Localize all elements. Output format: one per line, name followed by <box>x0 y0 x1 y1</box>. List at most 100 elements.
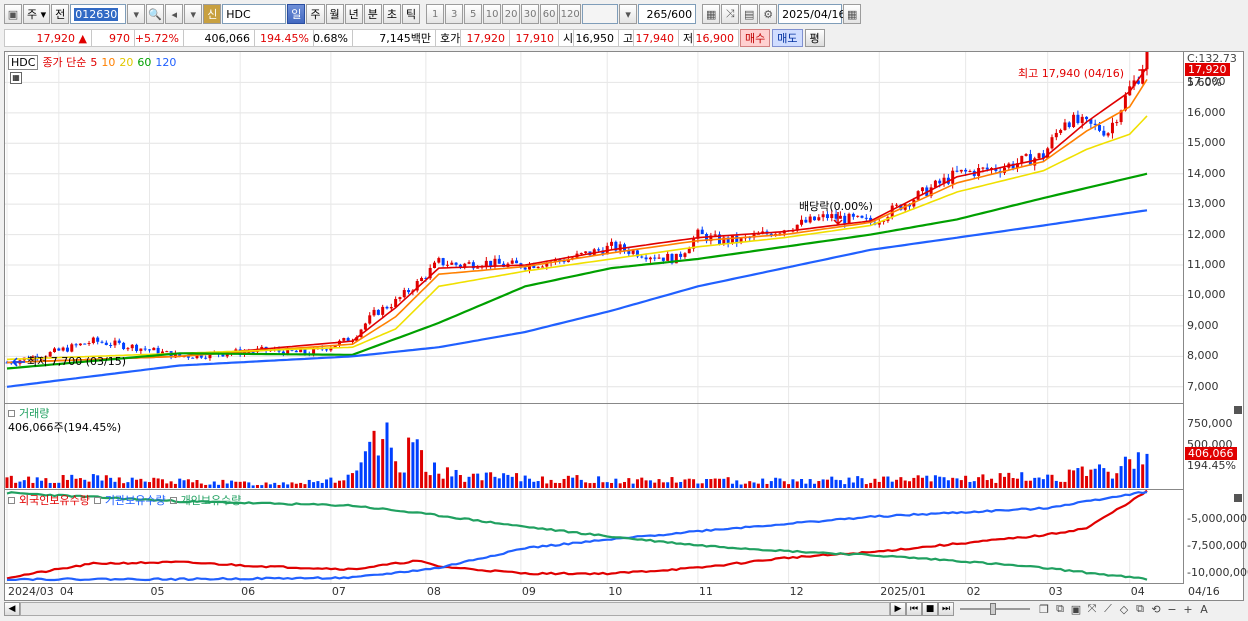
holding-legend: 외국인보유수량 기관보유수량 개인보유수량 <box>8 492 241 508</box>
volume-toggle-icon[interactable] <box>8 409 15 417</box>
candle-body <box>445 264 449 266</box>
layout-icon[interactable]: ▦ <box>702 4 721 24</box>
foreign-toggle-icon[interactable] <box>8 496 15 504</box>
x-tick-label: 06 <box>241 585 256 598</box>
volume-bar <box>480 480 484 488</box>
x-tick-label: 09 <box>521 585 536 598</box>
rewind-button[interactable]: ⏮ <box>906 602 922 616</box>
new-badge[interactable]: 신 <box>203 4 222 24</box>
eval-button[interactable]: 평 <box>804 29 825 47</box>
volume-bar <box>1011 478 1015 488</box>
search-icon[interactable]: 🔍 <box>146 4 165 24</box>
count-input[interactable]: 265/600 <box>638 4 697 24</box>
period-minute-button[interactable]: 분 <box>363 4 382 24</box>
period-second-button[interactable]: 초 <box>382 4 402 24</box>
interval-5-button[interactable]: 5 <box>464 4 483 24</box>
scroll-track[interactable] <box>20 602 890 616</box>
price-y-tick: 16,000 <box>1187 105 1226 119</box>
volume-bar <box>631 483 635 488</box>
gear-icon[interactable]: ⚙ <box>759 4 778 24</box>
speaker-dropdown-icon[interactable]: ▾ <box>184 4 203 24</box>
window-split-icon[interactable]: ⧉ <box>1052 602 1068 616</box>
volume-holding-divider[interactable] <box>5 489 1183 490</box>
volume-bar <box>851 482 855 488</box>
individual-toggle-icon[interactable] <box>169 496 177 504</box>
zoom-slider-handle[interactable] <box>990 603 996 615</box>
candle-body <box>1076 114 1080 123</box>
volume-bar <box>445 467 449 488</box>
window-icon[interactable]: ▣ <box>4 4 22 24</box>
volume-bar <box>800 478 804 488</box>
candle-body <box>83 343 87 345</box>
volume-bar <box>27 476 31 488</box>
calendar-icon[interactable]: ▦ <box>843 4 862 24</box>
volume-bar <box>813 483 816 488</box>
volume-bar <box>1076 468 1080 488</box>
scroll-left-button[interactable]: ◀ <box>4 602 20 616</box>
interval-1-button[interactable]: 1 <box>426 4 445 24</box>
period-year-button[interactable]: 년 <box>344 4 363 24</box>
candle-body <box>597 249 601 251</box>
zoom-in-icon[interactable]: + <box>1180 602 1196 616</box>
custom-interval-input[interactable] <box>582 4 619 24</box>
copy-chart-icon[interactable]: ⧉ <box>1132 602 1148 616</box>
window-copy-icon[interactable]: ❐ <box>1036 602 1052 616</box>
fast-forward-button[interactable]: ⏭ <box>938 602 954 616</box>
zoom-out-icon[interactable]: − <box>1164 602 1180 616</box>
period-day-button[interactable]: 일 <box>287 4 306 24</box>
interval-dropdown-icon[interactable]: ▾ <box>619 4 638 24</box>
volume-bar <box>441 478 445 488</box>
save-icon[interactable]: ▤ <box>740 4 759 24</box>
period-tick-button[interactable]: 틱 <box>402 4 421 24</box>
volume-bar <box>1145 453 1149 488</box>
interval-30-button[interactable]: 30 <box>521 4 540 24</box>
chart-type-icon[interactable]: ⤨ <box>721 4 740 24</box>
institution-toggle-icon[interactable] <box>93 496 101 504</box>
jeon-button[interactable]: 전 <box>51 4 70 24</box>
restore-icon[interactable]: ⟲ <box>1148 602 1164 616</box>
interval-10-button[interactable]: 10 <box>483 4 502 24</box>
stock-code-input[interactable]: 012630 <box>70 4 127 24</box>
sell-button[interactable]: 매도 <box>772 29 803 47</box>
font-size-icon[interactable]: A <box>1196 602 1212 616</box>
interval-120-button[interactable]: 120 <box>559 4 582 24</box>
candle-body <box>61 347 65 351</box>
volume-bar <box>510 476 514 488</box>
volume-bar <box>91 474 95 488</box>
candle-body <box>113 340 117 346</box>
period-week-button[interactable]: 주 <box>306 4 325 24</box>
buy-button[interactable]: 매수 <box>740 29 771 47</box>
type-select[interactable]: 주 ▾ <box>23 4 51 24</box>
volume-bar <box>502 473 506 488</box>
holding-close-icon[interactable] <box>1234 494 1242 502</box>
crosshair-icon[interactable]: ⤧ <box>1084 602 1100 616</box>
interval-3-button[interactable]: 3 <box>445 4 464 24</box>
date-input[interactable]: 2025/04/16 <box>778 4 846 24</box>
speaker-icon[interactable]: ◂ <box>165 4 184 24</box>
volume-bar <box>1063 481 1067 488</box>
stop-button[interactable]: ■ <box>922 602 938 616</box>
candle-body <box>1072 114 1076 127</box>
volume-bar <box>484 472 488 488</box>
volume-bar <box>618 483 622 488</box>
window-tile-icon[interactable]: ▣ <box>1068 602 1084 616</box>
stock-name-input[interactable]: HDC <box>222 4 287 24</box>
volume-bar <box>18 481 22 488</box>
interval-20-button[interactable]: 20 <box>502 4 521 24</box>
candle-body <box>657 257 661 259</box>
volume-bar <box>57 482 61 488</box>
table-icon[interactable]: ▦ <box>10 72 22 84</box>
volume-close-icon[interactable] <box>1234 406 1242 414</box>
price-volume-divider[interactable] <box>5 403 1183 404</box>
volume-bar <box>972 481 976 488</box>
period-month-button[interactable]: 월 <box>325 4 344 24</box>
legend-stock-name[interactable]: HDC <box>8 54 39 70</box>
interval-60-button[interactable]: 60 <box>540 4 559 24</box>
scroll-right-button[interactable]: ▶ <box>890 602 906 616</box>
shape-icon[interactable]: ◇ <box>1116 602 1132 616</box>
line-draw-icon[interactable]: ⟋ <box>1100 602 1116 616</box>
zoom-slider[interactable] <box>960 603 1030 615</box>
type-label: 주 <box>27 8 38 21</box>
chart-area[interactable]: HDC 종가 단순 5 10 20 60 120 ▦ 최고 17,940 (04… <box>4 51 1248 601</box>
code-dropdown-icon[interactable]: ▾ <box>127 4 146 24</box>
